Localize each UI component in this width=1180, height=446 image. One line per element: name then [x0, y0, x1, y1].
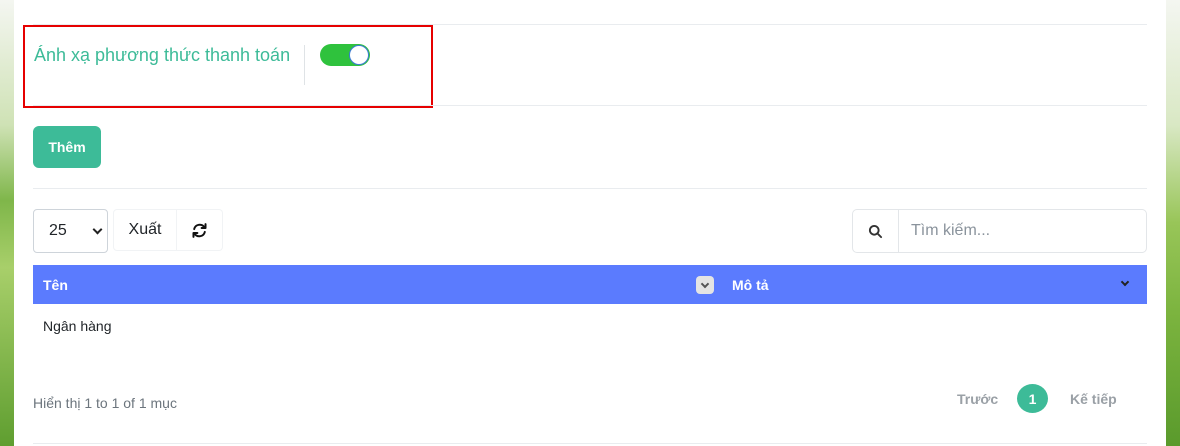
divider — [33, 443, 1147, 444]
page-length-select[interactable]: 25 — [33, 209, 108, 253]
add-button[interactable]: Thêm — [33, 126, 101, 168]
payment-mapping-setting: Ánh xạ phương thức thanh toán — [23, 25, 433, 108]
payment-mapping-label: Ánh xạ phương thức thanh toán — [34, 45, 291, 65]
background-left — [0, 0, 14, 446]
column-header-description[interactable]: Mô tả — [732, 277, 769, 293]
column-header-name[interactable]: Tên — [43, 277, 68, 293]
search-icon — [868, 224, 883, 238]
previous-page-button[interactable]: Trước — [957, 391, 998, 407]
chevron-down-icon — [700, 279, 710, 288]
search-button[interactable] — [853, 210, 899, 252]
chevron-down-icon — [92, 224, 103, 234]
payment-mapping-toggle[interactable] — [320, 44, 370, 66]
page-1-button[interactable]: 1 — [1017, 384, 1048, 413]
table-info: Hiển thị 1 to 1 of 1 mục — [33, 395, 177, 411]
search-input[interactable] — [899, 210, 1146, 252]
sort-name-button[interactable] — [696, 276, 714, 294]
table-cell-name: Ngân hàng — [43, 318, 112, 334]
search-box — [852, 209, 1147, 253]
export-button[interactable]: Xuất — [113, 209, 177, 251]
divider — [33, 188, 1147, 189]
refresh-button[interactable] — [177, 209, 223, 251]
refresh-icon — [192, 222, 207, 238]
next-page-button[interactable]: Kế tiếp — [1070, 391, 1117, 407]
page-length-value: 25 — [49, 222, 67, 239]
chevron-down-icon[interactable] — [1120, 277, 1130, 287]
divider — [33, 105, 1147, 106]
table-header: Tên Mô tả — [33, 265, 1147, 304]
content-panel: Ánh xạ phương thức thanh toán Thêm 25 Xu… — [14, 0, 1166, 446]
background-right — [1166, 0, 1180, 446]
toggle-knob — [349, 45, 369, 65]
vertical-divider — [304, 45, 305, 85]
